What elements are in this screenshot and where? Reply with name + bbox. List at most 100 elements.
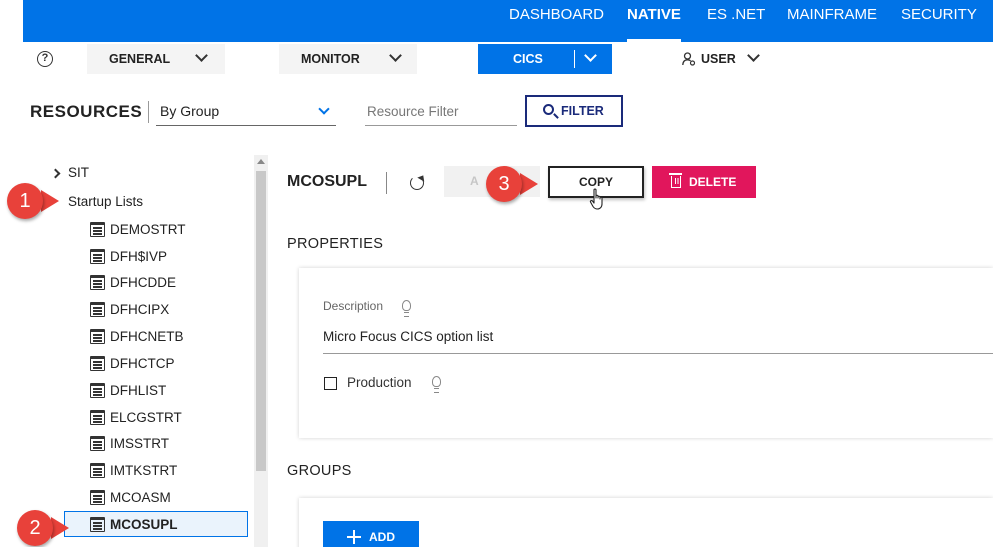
list-icon <box>90 356 105 371</box>
lightbulb-icon <box>432 376 441 393</box>
tree-item-imsstrt[interactable]: IMSSTRT <box>90 431 169 457</box>
nav-security[interactable]: SECURITY <box>901 0 977 42</box>
tree-item-label: MCOASM <box>110 490 171 505</box>
resource-tree: SIT Startup Lists DEMOSTRT DFH$IVP DFHCD… <box>40 155 268 547</box>
general-dropdown[interactable]: GENERAL <box>87 44 225 74</box>
user-dropdown[interactable]: USER <box>682 44 762 74</box>
tree-item-label: ELCGSTRT <box>110 410 182 425</box>
hand-cursor-icon <box>589 188 603 210</box>
chevron-down-icon <box>195 49 208 62</box>
callout-2: 2 <box>17 510 77 546</box>
tree-item-label: IMTKSTRT <box>110 463 178 478</box>
tree-item-dfhctcp[interactable]: DFHCTCP <box>90 351 175 377</box>
callout-number: 2 <box>17 510 53 546</box>
tree-item-label: IMSSTRT <box>110 436 170 451</box>
chevron-down-icon <box>318 103 330 115</box>
callout-pointer <box>41 190 59 212</box>
tree-item-label: DFHCDDE <box>110 275 176 290</box>
tree-item-demostrt[interactable]: DEMOSTRT <box>90 217 186 243</box>
add-button-label: ADD <box>369 530 395 544</box>
callout-number: 1 <box>7 183 43 219</box>
scroll-thumb[interactable] <box>256 171 266 471</box>
lightbulb-icon <box>402 300 411 317</box>
tree-item-label: SIT <box>68 165 90 180</box>
user-gear-icon <box>682 52 696 66</box>
nav-native[interactable]: NATIVE <box>627 0 681 42</box>
description-label: Description <box>323 299 384 313</box>
chevron-down-icon <box>584 49 597 62</box>
filter-button[interactable]: FILTER <box>525 95 623 127</box>
tree-scrollbar[interactable] <box>254 155 268 547</box>
top-navigation: DASHBOARD NATIVE ES .NET MAINFRAME SECUR… <box>23 0 993 42</box>
tree-item-elcgstrt[interactable]: ELCGSTRT <box>90 405 182 431</box>
sub-toolbar: ? GENERAL MONITOR CICS USER <box>23 42 993 76</box>
monitor-dropdown[interactable]: MONITOR <box>279 44 417 74</box>
nav-es-net[interactable]: ES .NET <box>707 0 765 42</box>
callout-pointer <box>520 173 538 195</box>
properties-card: Description Micro Focus CICS option list… <box>299 268 993 438</box>
production-checkbox[interactable] <box>324 377 337 390</box>
resource-filter-input[interactable] <box>365 98 517 126</box>
tree-item-label: DFH$IVP <box>110 249 168 264</box>
tree-item-label: DFHCIPX <box>110 302 170 317</box>
search-icon <box>543 104 554 115</box>
tree-item-dfhsivp[interactable]: DFH$IVP <box>90 244 167 270</box>
list-icon <box>90 302 105 317</box>
list-icon <box>90 222 105 237</box>
grouping-value: By Group <box>160 103 220 119</box>
nav-dashboard[interactable]: DASHBOARD <box>509 0 604 42</box>
production-label: Production <box>347 375 412 390</box>
list-icon <box>90 410 105 425</box>
resources-divider <box>148 101 149 123</box>
tree-item-label: DFHCTCP <box>110 356 175 371</box>
tree-item-mcosupl[interactable]: MCOSUPL <box>64 511 248 537</box>
tree-item-label: Startup Lists <box>68 194 144 209</box>
list-icon <box>90 383 105 398</box>
general-label: GENERAL <box>109 52 171 66</box>
cics-label: CICS <box>513 52 543 66</box>
cics-dropdown[interactable]: CICS <box>478 44 612 74</box>
tree-item-label: MCOSUPL <box>110 517 178 532</box>
refresh-icon[interactable] <box>410 176 424 190</box>
scroll-up-icon[interactable] <box>257 159 265 164</box>
filter-button-label: FILTER <box>561 104 604 118</box>
list-icon <box>90 463 105 478</box>
callout-number: 3 <box>486 166 522 202</box>
properties-heading: PROPERTIES <box>287 236 384 252</box>
groups-card: ADD <box>299 498 993 547</box>
tree-item-label: DFHCNETB <box>110 329 184 344</box>
tree-item-dfhcnetb[interactable]: DFHCNETB <box>90 324 184 350</box>
groups-heading: GROUPS <box>287 463 352 479</box>
add-group-button[interactable]: ADD <box>323 521 419 547</box>
cics-divider <box>574 50 575 68</box>
delete-button-label: DELETE <box>689 175 737 189</box>
help-icon[interactable]: ? <box>37 51 53 67</box>
tree-item-mcoasm[interactable]: MCOASM <box>90 485 171 511</box>
list-icon <box>90 490 105 505</box>
plus-icon <box>347 530 361 544</box>
grouping-select[interactable]: By Group <box>156 98 336 126</box>
chevron-right-icon <box>50 168 61 179</box>
chevron-down-icon <box>747 49 760 62</box>
nav-mainframe[interactable]: MAINFRAME <box>787 0 877 42</box>
tree-item-label: DEMOSTRT <box>110 222 186 237</box>
resources-title: RESOURCES <box>30 102 143 121</box>
tree-item-dfhlist[interactable]: DFHLIST <box>90 378 166 404</box>
user-label: USER <box>701 52 736 66</box>
callout-pointer <box>51 517 69 539</box>
list-icon <box>90 517 105 532</box>
tree-item-imtkstrt[interactable]: IMTKSTRT <box>90 458 177 484</box>
resource-title: MCOSUPL <box>287 173 367 190</box>
callout-1: 1 <box>7 183 67 219</box>
list-icon <box>90 329 105 344</box>
delete-button[interactable]: DELETE <box>652 166 756 198</box>
list-icon <box>90 275 105 290</box>
tree-item-label: DFHLIST <box>110 383 167 398</box>
tree-item-dfhcipx[interactable]: DFHCIPX <box>90 297 169 323</box>
tree-item-dfhcdde[interactable]: DFHCDDE <box>90 270 176 296</box>
callout-3: 3 <box>486 166 546 202</box>
list-icon <box>90 249 105 264</box>
list-icon <box>90 436 105 451</box>
chevron-down-icon <box>389 49 402 62</box>
description-field[interactable]: Micro Focus CICS option list <box>323 324 993 354</box>
